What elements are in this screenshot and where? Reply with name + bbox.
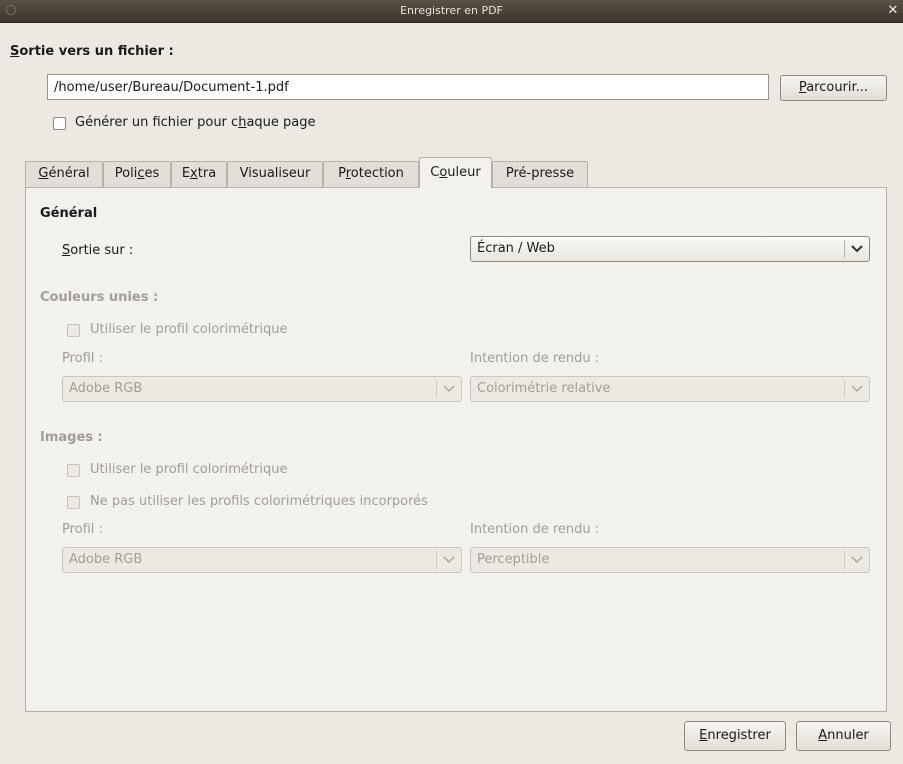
browse-button[interactable]: Parcourir... [780, 75, 887, 101]
per-page-label: Générer un fichier pour chaque page [75, 115, 316, 130]
chevron-down-icon [844, 380, 869, 398]
chevron-down-icon [436, 380, 461, 398]
solid-intent-select[interactable]: Colorimétrie relative [470, 376, 870, 402]
per-page-checkbox[interactable] [53, 117, 66, 130]
solid-colors-heading: Couleurs unies : [40, 290, 159, 305]
images-profile-select[interactable]: Adobe RGB [62, 547, 462, 573]
solid-intent-label: Intention de rendu : [470, 351, 600, 366]
images-intent-select[interactable]: Perceptible [470, 547, 870, 573]
output-select[interactable]: Écran / Web [470, 236, 870, 262]
images-heading: Images : [40, 430, 103, 445]
output-label: Sortie sur : [62, 243, 134, 258]
chevron-down-icon [436, 551, 461, 569]
output-heading: Sortie vers un fichier : [10, 44, 174, 59]
title-bar: Enregistrer en PDF ✕ [0, 0, 903, 23]
images-profile-label: Profil : [62, 522, 103, 537]
chevron-down-icon [844, 551, 869, 569]
save-button[interactable]: Enregistrer [684, 721, 786, 751]
solid-profile-value: Adobe RGB [69, 381, 143, 396]
images-use-profile-label: Utiliser le profil colorimétrique [90, 462, 288, 477]
images-intent-label: Intention de rendu : [470, 522, 600, 537]
solid-intent-value: Colorimétrie relative [477, 381, 611, 396]
chevron-down-icon [844, 240, 869, 258]
images-no-embedded-checkbox[interactable] [67, 496, 80, 509]
tab-fonts[interactable]: Polices [103, 161, 171, 187]
cancel-button[interactable]: Annuler [796, 721, 891, 751]
color-tab-panel [25, 187, 887, 712]
tab-color[interactable]: Couleur [419, 157, 492, 188]
solid-use-profile-label: Utiliser le profil colorimétrique [90, 322, 288, 337]
general-heading: Général [40, 206, 98, 221]
window-menu-icon[interactable] [6, 5, 16, 15]
images-profile-value: Adobe RGB [69, 552, 143, 567]
solid-use-profile-checkbox[interactable] [67, 324, 80, 337]
file-path-input[interactable] [47, 74, 769, 100]
images-use-profile-checkbox[interactable] [67, 464, 80, 477]
close-icon[interactable]: ✕ [885, 3, 901, 19]
window-title: Enregistrer en PDF [400, 4, 503, 17]
tab-viewer[interactable]: Visualiseur [227, 161, 323, 187]
tab-extra[interactable]: Extra [171, 161, 227, 187]
tab-general[interactable]: Général [25, 161, 103, 187]
tab-protection[interactable]: Protection [323, 161, 419, 187]
images-no-embedded-label: Ne pas utiliser les profils colorimétriq… [90, 494, 428, 509]
solid-profile-select[interactable]: Adobe RGB [62, 376, 462, 402]
tab-prepress[interactable]: Pré-presse [492, 161, 588, 187]
images-intent-value: Perceptible [477, 552, 550, 567]
solid-profile-label: Profil : [62, 351, 103, 366]
output-select-value: Écran / Web [477, 241, 555, 256]
